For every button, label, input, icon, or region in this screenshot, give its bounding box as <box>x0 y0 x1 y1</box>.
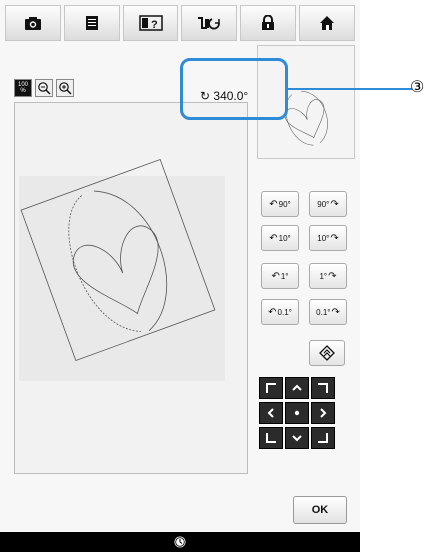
angle-value: 340.0° <box>213 89 249 103</box>
chevron-down-icon <box>292 435 302 442</box>
rotate-left-icon: ↶ <box>271 270 280 282</box>
rotate-left-icon: ↶ <box>269 198 278 210</box>
reset-angle-button[interactable] <box>309 340 345 366</box>
rotate-left-0-1-label: 0.1° <box>277 307 292 317</box>
clock-icon <box>174 536 186 548</box>
ok-button[interactable]: OK <box>293 496 347 524</box>
rotate-left-90-button[interactable]: ↶ 90° <box>261 191 299 217</box>
corner-up-right-icon <box>318 383 328 393</box>
move-up-right-button[interactable] <box>311 377 335 399</box>
callout-line <box>288 88 412 90</box>
help-button[interactable]: ? <box>122 5 179 41</box>
rotate-right-1-button[interactable]: 1° ↷ <box>309 263 347 289</box>
chevron-left-icon <box>267 408 274 418</box>
edit-canvas[interactable] <box>14 102 248 474</box>
move-up-left-button[interactable] <box>259 377 283 399</box>
lock-icon <box>262 15 275 30</box>
rotate-left-1-button[interactable]: ↶ 1° <box>261 263 299 289</box>
rotate-right-icon: ↷ <box>330 232 339 244</box>
rotate-right-90-button[interactable]: 90° ↷ <box>309 191 347 217</box>
rotate-right-icon: ↷ <box>328 270 337 282</box>
zoom-out-button[interactable] <box>35 79 53 97</box>
center-dot-icon <box>294 410 300 416</box>
chevron-up-icon <box>292 384 302 391</box>
toolbar: ? <box>5 5 355 43</box>
reset-rotation-icon <box>319 345 335 361</box>
corner-up-left-icon <box>266 383 276 393</box>
svg-text:?: ? <box>151 19 158 31</box>
ok-label: OK <box>311 504 329 516</box>
rotate-right-90-label: 90° <box>317 199 330 209</box>
move-down-left-button[interactable] <box>259 427 283 449</box>
document-icon <box>85 16 98 30</box>
settings-button[interactable] <box>181 5 238 41</box>
zoom-controls: 100 % <box>14 79 74 97</box>
camera-icon <box>24 17 41 30</box>
home-button[interactable] <box>299 5 355 41</box>
corner-down-right-icon <box>318 433 328 443</box>
callout-number: ③ <box>410 79 425 96</box>
rotate-left-10-button[interactable]: ↶ 10° <box>261 225 299 251</box>
rotate-right-icon: ↷ <box>331 306 340 318</box>
corner-down-left-icon <box>266 433 276 443</box>
move-right-button[interactable] <box>311 402 335 424</box>
zoom-out-icon <box>38 82 51 95</box>
settings-icon <box>198 17 221 30</box>
home-icon <box>320 16 335 30</box>
rotate-left-icon: ↶ <box>268 306 277 318</box>
rotate-right-icon: ↷ <box>330 198 339 210</box>
rotate-left-90-label: 90° <box>278 199 291 209</box>
center-button[interactable] <box>285 402 309 424</box>
lock-button[interactable] <box>240 5 297 41</box>
rotate-left-icon: ↶ <box>269 232 278 244</box>
zoom-percent-sign: % <box>20 88 26 94</box>
help-icon: ? <box>138 15 163 31</box>
status-bar <box>0 532 360 552</box>
rotate-left-10-label: 10° <box>278 233 291 243</box>
document-button[interactable] <box>63 5 120 41</box>
camera-button[interactable] <box>5 5 61 41</box>
zoom-in-icon <box>59 82 72 95</box>
move-down-button[interactable] <box>285 427 309 449</box>
rotate-left-1-label: 1° <box>280 271 289 281</box>
move-left-button[interactable] <box>259 402 283 424</box>
zoom-in-button[interactable] <box>56 79 74 97</box>
rotate-right-10-label: 10° <box>317 233 330 243</box>
rotate-right-0-1-button[interactable]: 0.1° ↷ <box>309 299 347 325</box>
design-drawing <box>19 159 225 381</box>
rotate-right-0-1-label: 0.1° <box>316 307 331 317</box>
move-down-right-button[interactable] <box>311 427 335 449</box>
rotate-icon: ↻ <box>200 89 211 103</box>
zoom-percent[interactable]: 100 % <box>14 79 32 97</box>
move-up-button[interactable] <box>285 377 309 399</box>
rotate-right-10-button[interactable]: 10° ↷ <box>309 225 347 251</box>
rotate-left-0-1-button[interactable]: ↶ 0.1° <box>261 299 299 325</box>
screen: ? 100 % ↻ 340.0° ↶ 90° 90° ↷ ↶ 10° 10° ↷… <box>0 0 360 552</box>
rotate-right-1-label: 1° <box>319 271 328 281</box>
rotation-angle: ↻ 340.0° <box>200 89 248 103</box>
chevron-right-icon <box>320 408 327 418</box>
